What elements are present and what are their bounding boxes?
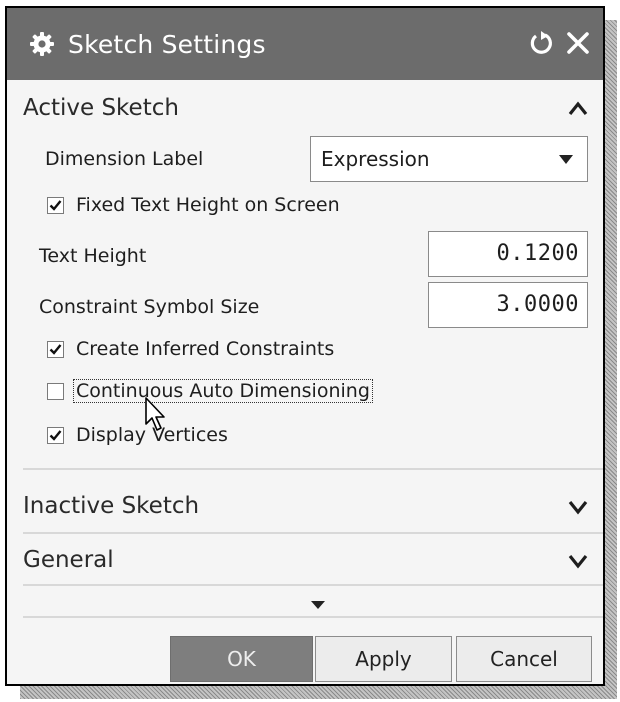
- create-inferred-checkbox[interactable]: [47, 340, 64, 358]
- chevron-down-icon: [567, 493, 589, 519]
- expand-more-icon[interactable]: [311, 601, 325, 609]
- chevron-up-icon: [567, 95, 589, 121]
- apply-button[interactable]: Apply: [315, 636, 452, 682]
- reset-icon[interactable]: [527, 30, 553, 56]
- fixed-text-height-checkbox-row[interactable]: Fixed Text Height on Screen: [47, 191, 340, 219]
- continuous-auto-dim-checkbox[interactable]: [47, 382, 64, 400]
- dimension-label-dropdown[interactable]: Expression: [310, 136, 588, 182]
- checkmark-icon: [49, 429, 62, 441]
- sketch-settings-dialog: Sketch Settings Active Sketch Dimension …: [5, 6, 605, 686]
- section-title-active-sketch: Active Sketch: [23, 95, 179, 121]
- constraint-symbol-size-label: Constraint Symbol Size: [39, 296, 260, 318]
- dimension-label-label: Dimension Label: [45, 148, 204, 170]
- create-inferred-label: Create Inferred Constraints: [76, 338, 335, 360]
- continuous-auto-dim-label: Continuous Auto Dimensioning: [73, 379, 373, 403]
- section-divider: [23, 584, 603, 586]
- mouse-cursor-icon: [144, 396, 170, 434]
- chevron-down-icon: [567, 547, 589, 573]
- checkmark-icon: [49, 199, 62, 211]
- text-height-label: Text Height: [39, 245, 147, 267]
- continuous-auto-dim-checkbox-row[interactable]: Continuous Auto Dimensioning: [47, 377, 373, 405]
- section-title-general: General: [23, 547, 114, 573]
- ok-button[interactable]: OK: [170, 636, 313, 682]
- close-icon[interactable]: [563, 28, 593, 58]
- dialog-title: Sketch Settings: [68, 29, 266, 59]
- fixed-text-height-label: Fixed Text Height on Screen: [76, 194, 340, 216]
- section-title-inactive-sketch: Inactive Sketch: [23, 493, 200, 519]
- title-bar[interactable]: Sketch Settings: [7, 8, 603, 80]
- create-inferred-checkbox-row[interactable]: Create Inferred Constraints: [47, 335, 334, 363]
- display-vertices-checkbox[interactable]: [47, 426, 64, 444]
- constraint-symbol-size-input[interactable]: 3.0000: [428, 282, 588, 328]
- chevron-down-icon: [559, 155, 573, 164]
- section-divider: [23, 468, 603, 470]
- gear-icon: [28, 30, 56, 58]
- display-vertices-checkbox-row[interactable]: Display Vertices: [47, 421, 228, 449]
- text-height-input[interactable]: 0.1200: [428, 231, 588, 277]
- cancel-button[interactable]: Cancel: [456, 636, 592, 682]
- section-header-inactive-sketch[interactable]: Inactive Sketch: [23, 480, 603, 532]
- dimension-label-value: Expression: [321, 147, 430, 171]
- button-area-divider: [23, 616, 603, 618]
- checkmark-icon: [49, 343, 62, 355]
- section-header-general[interactable]: General: [23, 534, 603, 586]
- fixed-text-height-checkbox[interactable]: [47, 196, 64, 214]
- section-header-active-sketch[interactable]: Active Sketch: [23, 82, 603, 134]
